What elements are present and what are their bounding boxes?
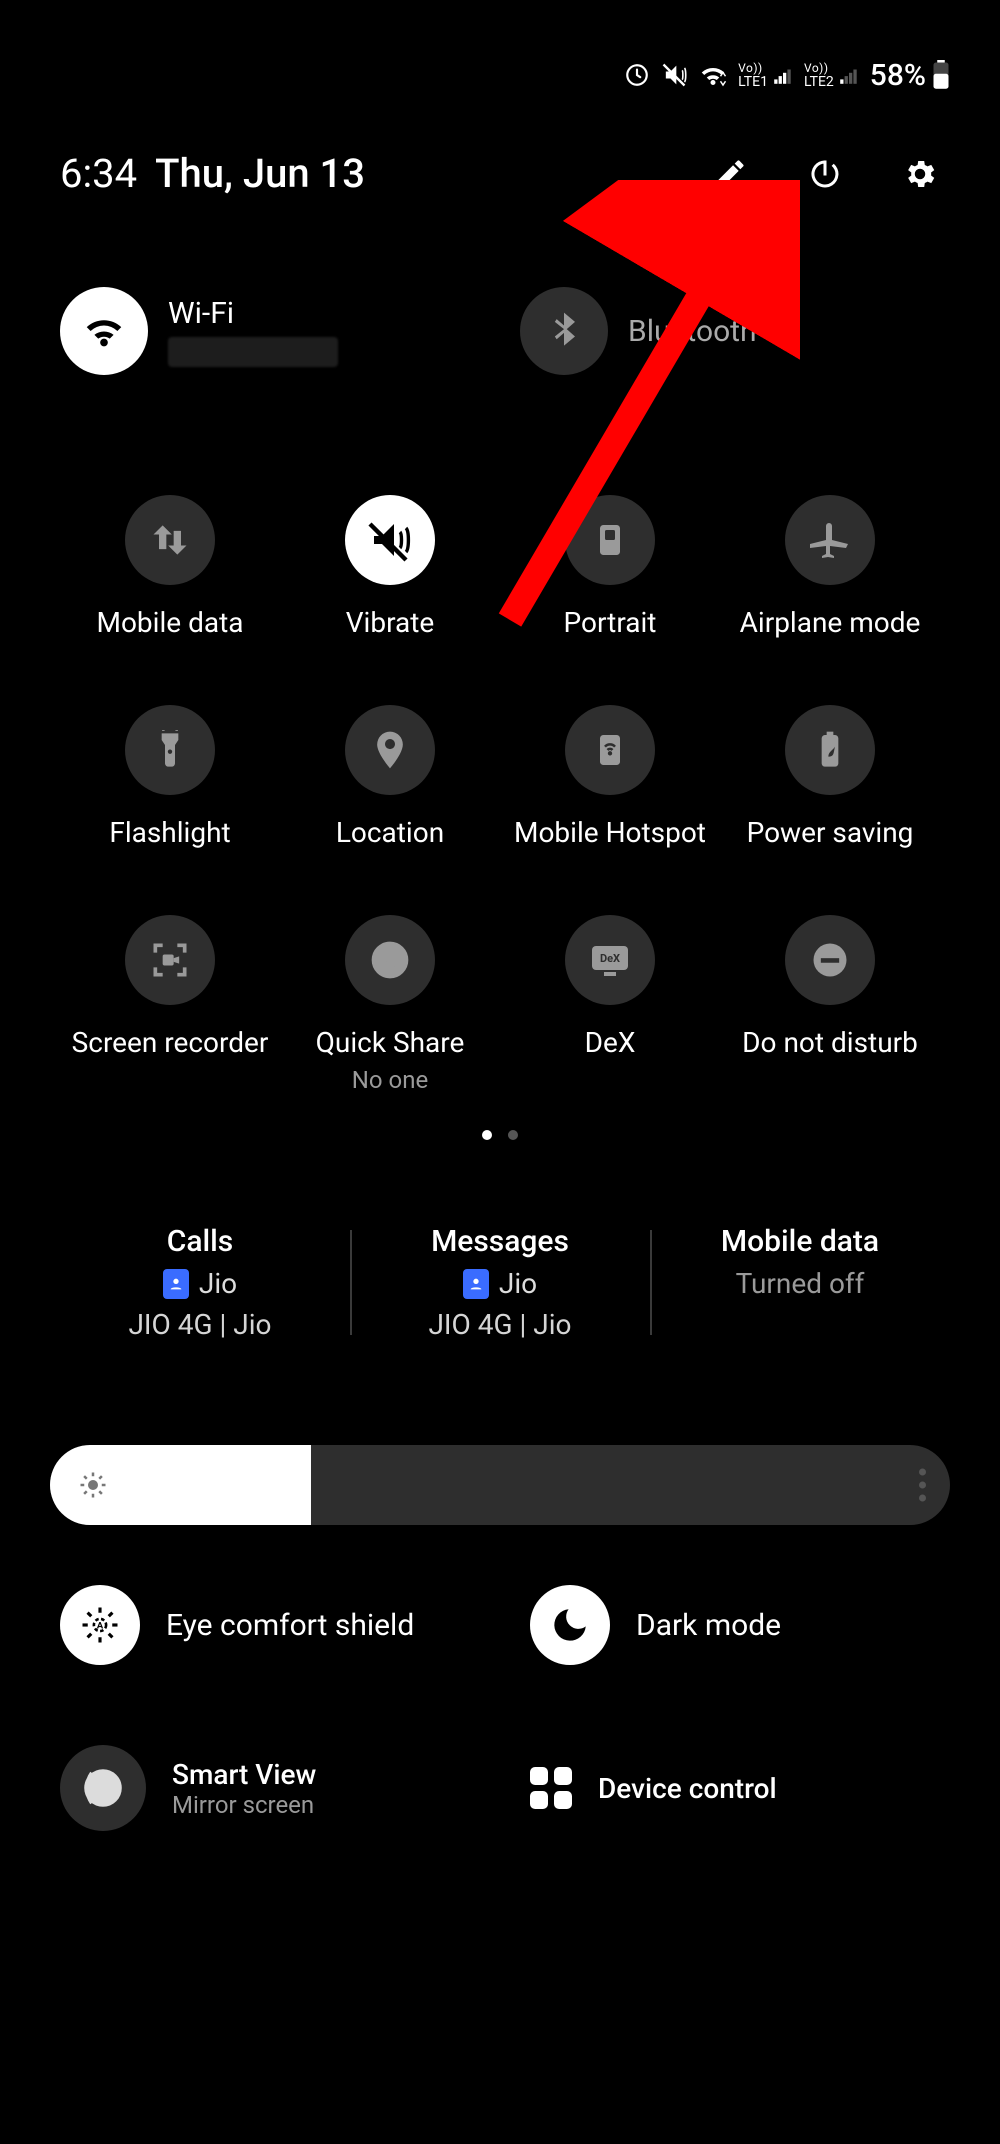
sim-carrier: Jio [199,1267,237,1300]
dark-mode-toggle[interactable]: Dark mode [530,1585,940,1665]
page-indicator[interactable] [50,1130,950,1140]
header-time: 6:34 [60,150,137,197]
contact-chip-icon [163,1269,189,1299]
tile-label: Flashlight [109,815,230,850]
tile-label: Quick Share [316,1025,465,1060]
alarm-icon [624,62,650,88]
wifi-network-hidden [168,337,338,367]
bluetooth-icon [520,287,608,375]
location-icon [345,705,435,795]
more-icon[interactable] [919,1469,926,1502]
tile-label: Portrait [564,605,657,640]
battery-leaf-icon [785,705,875,795]
sim-status: Turned off [736,1267,865,1300]
page-dot [482,1130,492,1140]
tile-vibrate[interactable]: Vibrate [280,495,500,665]
sim-head: Messages [431,1224,569,1259]
tile-power-saving[interactable]: Power saving [720,705,940,875]
tile-flashlight[interactable]: Flashlight [60,705,280,875]
power-icon[interactable] [805,154,845,194]
battery-indicator: 58% [870,58,950,93]
tile-quick-share[interactable]: Quick Share No one [280,915,500,1094]
tile-dnd[interactable]: Do not disturb [720,915,940,1094]
flashlight-icon [125,705,215,795]
contact-chip-icon [463,1269,489,1299]
tile-label: Location [336,815,444,850]
status-bar: Vo)) LTE1 Vo)) LTE2 58% [50,50,950,100]
portrait-icon [565,495,655,585]
sim-mobile-data[interactable]: Mobile data Turned off [650,1220,950,1345]
airplane-icon [785,495,875,585]
sim1-indicator: Vo)) LTE1 [738,61,794,89]
tile-label: Screen recorder [72,1025,269,1060]
sim2-indicator: Vo)) LTE2 [804,61,860,89]
tile-label: Mobile Hotspot [514,815,706,850]
device-control-tile[interactable]: Device control [530,1745,940,1831]
recorder-icon [125,915,215,1005]
tile-sublabel: No one [352,1066,428,1094]
quick-settings-grid: Mobile data Vibrate Portrait Airplane mode F… [50,495,950,1094]
settings-icon[interactable] [900,154,940,194]
tile-label: Mobile data [97,605,244,640]
header: 6:34 Thu, Jun 13 [50,150,950,197]
sim-messages[interactable]: Messages Jio JIO 4G | Jio [350,1220,650,1345]
tile-label: Vibrate [346,605,435,640]
swap-icon [125,495,215,585]
sim-panel: Calls Jio JIO 4G | Jio Messages Jio JIO … [50,1220,950,1345]
device-control-title: Device control [598,1772,777,1805]
wifi-toggle[interactable]: Wi-Fi [60,287,480,375]
quickshare-icon [345,915,435,1005]
sim-head: Calls [167,1224,234,1259]
eye-comfort-toggle[interactable]: A Eye comfort shield [60,1585,470,1665]
moon-icon [530,1585,610,1665]
tile-location[interactable]: Location [280,705,500,875]
tile-label: Do not disturb [742,1025,918,1060]
tile-mobile-data[interactable]: Mobile data [60,495,280,665]
eye-comfort-icon: A [60,1585,140,1665]
edit-icon[interactable] [710,154,750,194]
brightness-slider[interactable] [50,1445,950,1525]
tile-hotspot[interactable]: Mobile Hotspot [500,705,720,875]
tile-portrait[interactable]: Portrait [500,495,720,665]
wifi-label: Wi-Fi [168,296,338,331]
sim-detail: JIO 4G | Jio [428,1308,571,1341]
sim-calls[interactable]: Calls Jio JIO 4G | Jio [50,1220,350,1345]
tile-label: DeX [585,1025,636,1060]
smart-view-tile[interactable]: Smart View Mirror screen [60,1745,470,1831]
vibrate-icon [345,495,435,585]
smart-view-icon [60,1745,146,1831]
wifi-icon [60,287,148,375]
sim-head: Mobile data [721,1224,879,1259]
tile-recorder[interactable]: Screen recorder [60,915,280,1094]
dex-icon: DeX [565,915,655,1005]
dark-mode-label: Dark mode [636,1608,781,1643]
hotspot-icon [565,705,655,795]
wifi-icon [698,60,728,90]
dnd-icon [785,915,875,1005]
tile-airplane[interactable]: Airplane mode [720,495,940,665]
tile-dex[interactable]: DeX DeX [500,915,720,1094]
header-date: Thu, Jun 13 [155,150,365,197]
bluetooth-label: Bluetooth [628,314,757,349]
grid-icon [530,1767,572,1809]
svg-text:DeX: DeX [600,952,620,965]
page-dot [508,1130,518,1140]
svg-text:A: A [97,1621,104,1632]
smart-view-title: Smart View [172,1758,316,1791]
tile-label: Power saving [747,815,914,850]
sim-carrier: Jio [499,1267,537,1300]
sun-icon [78,1470,108,1500]
bluetooth-toggle[interactable]: Bluetooth [520,287,940,375]
smart-view-sub: Mirror screen [172,1791,316,1819]
sim-detail: JIO 4G | Jio [128,1308,271,1341]
mute-vibrate-icon [660,61,688,89]
eye-comfort-label: Eye comfort shield [166,1608,414,1643]
tile-label: Airplane mode [740,605,921,640]
